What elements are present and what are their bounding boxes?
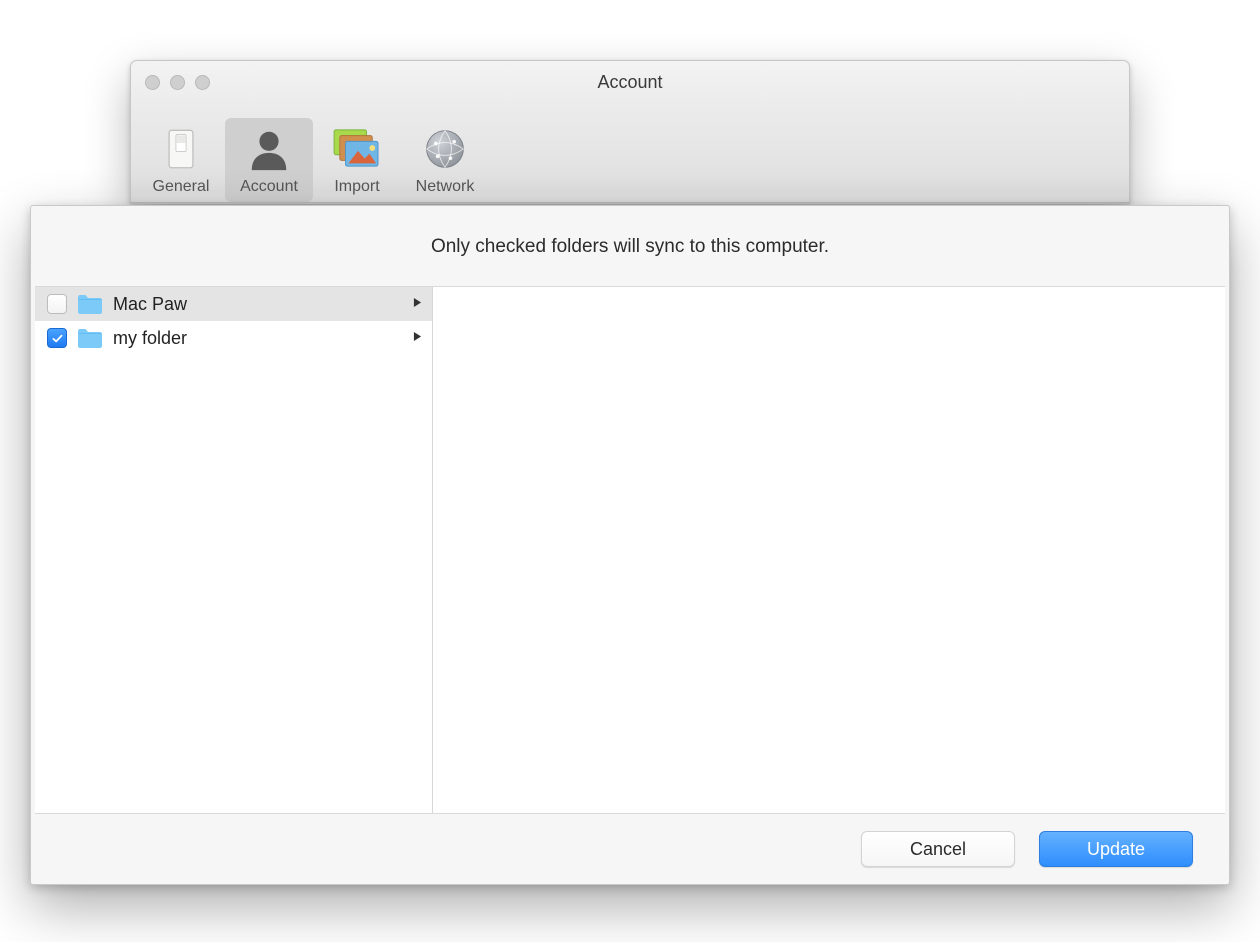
preferences-toolbar: General Account [131,103,1129,203]
toolbar-item-label: Network [416,178,475,196]
folder-icon [77,327,103,349]
toolbar-item-label: General [153,178,210,196]
toolbar-item-network[interactable]: Network [401,118,489,202]
folder-row[interactable]: Mac Paw [35,287,432,321]
sheet-body: Mac Paw my folder [35,286,1225,814]
folder-icon [77,293,103,315]
button-label: Cancel [910,839,966,860]
folder-name: Mac Paw [113,294,413,315]
person-icon [243,124,295,174]
toolbar-item-import[interactable]: Import [313,118,401,202]
toolbar-item-label: Account [240,178,298,196]
folder-sync-sheet: Only checked folders will sync to this c… [30,205,1230,885]
zoom-window-button[interactable] [195,75,210,90]
photos-stack-icon [331,124,383,174]
folder-checkbox[interactable] [47,294,67,314]
sheet-footer: Cancel Update [31,814,1229,884]
update-button[interactable]: Update [1039,831,1193,867]
window-controls [145,75,210,90]
preferences-window: Account General Account [130,60,1130,204]
sheet-description: Only checked folders will sync to this c… [31,206,1229,286]
minimize-window-button[interactable] [170,75,185,90]
disclosure-triangle-icon[interactable] [413,331,422,345]
folder-row[interactable]: my folder [35,321,432,355]
switch-icon [155,124,207,174]
network-globe-icon [419,124,471,174]
close-window-button[interactable] [145,75,160,90]
titlebar: Account [131,61,1129,103]
toolbar-item-account[interactable]: Account [225,118,313,202]
folder-detail-pane [433,287,1225,813]
toolbar-item-label: Import [334,178,379,196]
cancel-button[interactable]: Cancel [861,831,1015,867]
folder-list: Mac Paw my folder [35,287,433,813]
disclosure-triangle-icon[interactable] [413,297,422,311]
folder-checkbox[interactable] [47,328,67,348]
window-title: Account [131,72,1129,93]
folder-name: my folder [113,328,413,349]
button-label: Update [1087,839,1145,860]
toolbar-item-general[interactable]: General [137,118,225,202]
